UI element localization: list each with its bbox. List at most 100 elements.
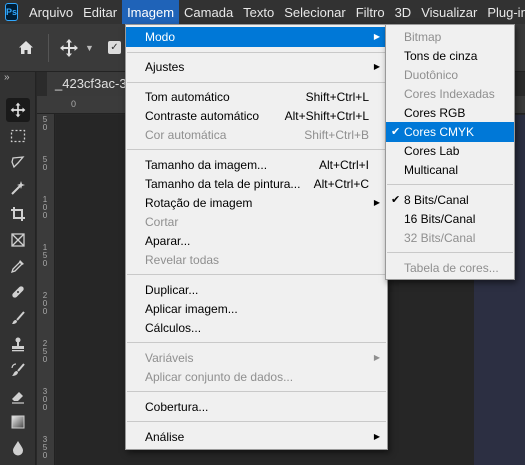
- checkmark-icon: ✔: [391, 126, 401, 138]
- menu-item-shortcut: Alt+Shift+Ctrl+L: [284, 109, 369, 123]
- checkmark-icon: ✔: [391, 194, 401, 206]
- eraser-icon: [12, 392, 24, 404]
- mode-item-16-bits[interactable]: 16 Bits/Canal: [386, 209, 514, 229]
- auto-select-checkbox[interactable]: ✓: [108, 41, 121, 54]
- menu-item-label: Análise: [145, 430, 185, 444]
- menu-item-label: Aplicar imagem...: [145, 302, 238, 316]
- frame-icon: [11, 233, 25, 247]
- menu-item-cor-automatica[interactable]: Cor automática Shift+Ctrl+B: [126, 125, 387, 145]
- menu-item-revelar-todas[interactable]: Revelar todas: [126, 250, 387, 270]
- menu-item-label: Tons de cinza: [404, 49, 478, 63]
- menu-item-tamanho-tela[interactable]: Tamanho da tela de pintura... Alt+Ctrl+C: [126, 174, 387, 194]
- marquee-tool[interactable]: [6, 124, 30, 148]
- menu-visualizar[interactable]: Visualizar: [416, 0, 482, 24]
- mode-item-tabela-de-cores[interactable]: Tabela de cores...: [386, 258, 514, 278]
- menu-camada[interactable]: Camada: [179, 0, 238, 24]
- mode-item-8-bits[interactable]: ✔ 8 Bits/Canal: [386, 190, 514, 210]
- menu-item-variaveis[interactable]: Variáveis ▶: [126, 348, 387, 368]
- menu-item-shortcut: Shift+Ctrl+B: [304, 128, 369, 142]
- menu-item-label: Bitmap: [404, 30, 442, 44]
- menu-item-rotacao-imagem[interactable]: Rotação de imagem ▶: [126, 193, 387, 213]
- ruler-left-tick: 0: [42, 163, 48, 172]
- ruler-top-tick: 0: [71, 99, 77, 109]
- ruler-left-tick: 0: [42, 123, 48, 132]
- magic-wand-tool[interactable]: [6, 176, 30, 200]
- droplet-icon: [13, 441, 23, 456]
- mode-item-cores-rgb[interactable]: Cores RGB: [386, 103, 514, 123]
- move-tool[interactable]: [6, 98, 30, 122]
- menu-item-analise[interactable]: Análise ▶: [126, 427, 387, 447]
- chevron-down-icon[interactable]: ▼: [85, 43, 94, 53]
- mode-item-cores-lab[interactable]: Cores Lab: [386, 141, 514, 161]
- lasso-tool[interactable]: [6, 150, 30, 174]
- healing-brush-tool[interactable]: [6, 280, 30, 304]
- menu-item-ajustes[interactable]: Ajustes ▶: [126, 57, 387, 77]
- menu-3d[interactable]: 3D: [390, 0, 417, 24]
- crop-icon: [11, 207, 25, 221]
- home-button[interactable]: [14, 36, 38, 60]
- menu-separator: [127, 82, 386, 83]
- marquee-icon: [10, 129, 26, 143]
- menu-item-cobertura[interactable]: Cobertura...: [126, 397, 387, 417]
- menu-item-label: Aparar...: [145, 234, 191, 248]
- menu-separator: [127, 149, 386, 150]
- menu-item-label: Modo: [145, 30, 176, 44]
- move-icon: [60, 39, 78, 57]
- menu-filtro[interactable]: Filtro: [351, 0, 390, 24]
- gradient-tool[interactable]: [6, 410, 30, 434]
- submenu-arrow-icon: ▶: [373, 198, 380, 207]
- menu-item-duplicar[interactable]: Duplicar...: [126, 280, 387, 300]
- menu-item-aparar[interactable]: Aparar...: [126, 231, 387, 251]
- menu-item-shortcut: Shift+Ctrl+L: [305, 90, 369, 104]
- document-tab[interactable]: _423cf3ac-3: [47, 72, 135, 96]
- menu-selecionar[interactable]: Selecionar: [279, 0, 350, 24]
- menu-item-label: Revelar todas: [145, 253, 220, 267]
- eraser-tool[interactable]: [6, 384, 30, 408]
- menu-item-label: Multicanal: [404, 163, 459, 177]
- eyedropper-tool[interactable]: [6, 254, 30, 278]
- blur-tool[interactable]: [6, 436, 30, 460]
- brush-tool[interactable]: [6, 306, 30, 330]
- menu-item-label: Cortar: [145, 215, 179, 229]
- menu-item-cortar[interactable]: Cortar: [126, 212, 387, 232]
- menu-item-tom-automatico[interactable]: Tom automático Shift+Ctrl+L: [126, 87, 387, 107]
- ruler-vertical: 5 0 5 0 1 0 0 1 5 0 2 0 0 2 5 0 3 0 0 3 …: [37, 114, 55, 465]
- menu-separator: [127, 421, 386, 422]
- menu-item-label: 32 Bits/Canal: [404, 231, 476, 245]
- stamp-icon: [12, 337, 24, 352]
- menu-arquivo[interactable]: Arquivo: [24, 0, 78, 24]
- clone-stamp-tool[interactable]: [6, 332, 30, 356]
- menu-item-label: Duotônico: [404, 68, 459, 82]
- move-tool-option[interactable]: [58, 37, 80, 59]
- mode-item-cores-cmyk[interactable]: ✔ Cores CMYK: [386, 122, 514, 142]
- history-brush-tool[interactable]: [6, 358, 30, 382]
- mode-item-bitmap[interactable]: Bitmap: [386, 27, 514, 47]
- mode-item-32-bits[interactable]: 32 Bits/Canal: [386, 228, 514, 248]
- home-icon: [19, 41, 33, 54]
- ruler-left-tick: 0: [42, 403, 48, 412]
- menu-item-aplicar-conjunto-dados[interactable]: Aplicar conjunto de dados...: [126, 367, 387, 387]
- menu-item-contraste-automatico[interactable]: Contraste automático Alt+Shift+Ctrl+L: [126, 106, 387, 126]
- menu-item-label: Cores Lab: [404, 144, 460, 158]
- menu-item-tamanho-imagem[interactable]: Tamanho da imagem... Alt+Ctrl+I: [126, 155, 387, 175]
- menu-item-modo[interactable]: Modo ▶: [126, 27, 387, 47]
- photoshop-logo: Ps: [5, 3, 19, 21]
- menu-imagem[interactable]: Imagem: [122, 0, 180, 24]
- mode-item-duotonico[interactable]: Duotônico: [386, 65, 514, 85]
- menu-item-calculos[interactable]: Cálculos...: [126, 318, 387, 338]
- frame-tool[interactable]: [6, 228, 30, 252]
- panel-collapse-icon[interactable]: »: [4, 72, 9, 83]
- ruler-left-tick: 0: [42, 451, 48, 460]
- submenu-arrow-icon: ▶: [373, 432, 380, 441]
- crop-tool[interactable]: [6, 202, 30, 226]
- menu-texto[interactable]: Texto: [238, 0, 279, 24]
- mode-item-multicanal[interactable]: Multicanal: [386, 160, 514, 180]
- move-tool-icon: [10, 102, 26, 118]
- menu-plug-ins[interactable]: Plug-ins: [482, 0, 525, 24]
- mode-item-cores-indexadas[interactable]: Cores Indexadas: [386, 84, 514, 104]
- mode-item-tons-de-cinza[interactable]: Tons de cinza: [386, 46, 514, 66]
- menu-editar[interactable]: Editar: [78, 0, 122, 24]
- history-brush-icon: [11, 363, 25, 376]
- submenu-arrow-icon: ▶: [373, 62, 380, 71]
- menu-item-aplicar-imagem[interactable]: Aplicar imagem...: [126, 299, 387, 319]
